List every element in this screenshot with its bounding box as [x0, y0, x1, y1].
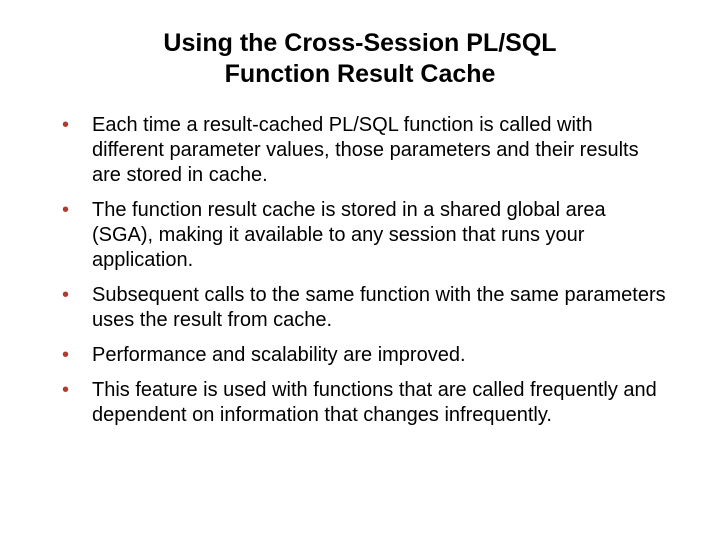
bullet-text: The function result cache is stored in a…: [92, 199, 606, 271]
list-item: The function result cache is stored in a…: [50, 198, 670, 273]
list-item: This feature is used with functions that…: [50, 378, 670, 428]
slide-title: Using the Cross-Session PL/SQL Function …: [50, 28, 670, 91]
bullet-text: This feature is used with functions that…: [92, 379, 657, 426]
slide: Using the Cross-Session PL/SQL Function …: [0, 0, 720, 540]
bullet-text: Subsequent calls to the same function wi…: [92, 284, 666, 331]
bullet-text: Performance and scalability are improved…: [92, 344, 466, 366]
list-item: Subsequent calls to the same function wi…: [50, 283, 670, 333]
title-line-1: Using the Cross-Session PL/SQL: [163, 29, 556, 57]
list-item: Performance and scalability are improved…: [50, 343, 670, 368]
title-line-2: Function Result Cache: [225, 60, 496, 88]
bullet-list: Each time a result-cached PL/SQL functio…: [50, 113, 670, 428]
bullet-text: Each time a result-cached PL/SQL functio…: [92, 114, 639, 186]
list-item: Each time a result-cached PL/SQL functio…: [50, 113, 670, 188]
